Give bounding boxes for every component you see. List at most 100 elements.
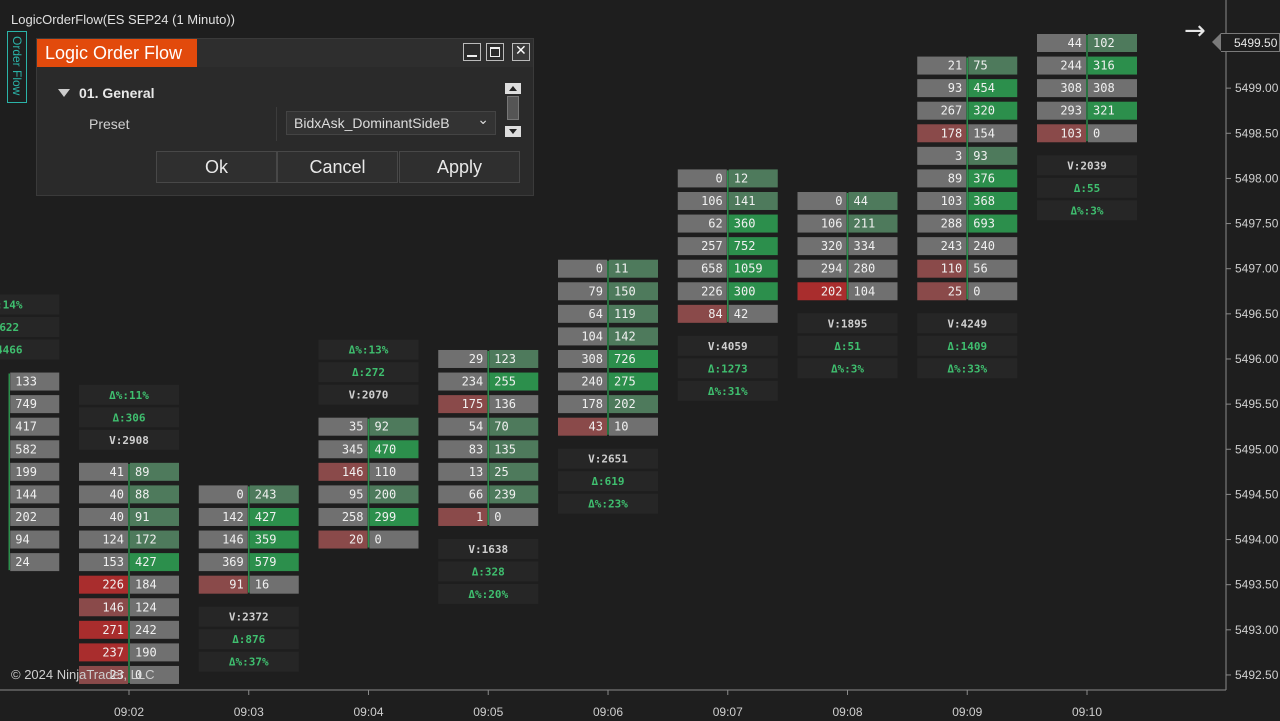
- ask-value: 123: [494, 352, 516, 366]
- maximize-icon[interactable]: [486, 43, 504, 61]
- ask-value: 211: [854, 217, 876, 231]
- bid-value: 293: [1060, 104, 1082, 118]
- price-tick-label: 5494.00: [1235, 533, 1279, 547]
- bid-value: 369: [222, 555, 244, 569]
- scroll-down-icon[interactable]: [505, 126, 521, 137]
- current-price-label: 5499.50: [1234, 36, 1278, 50]
- ask-value: 42: [734, 307, 748, 321]
- bid-value: 237: [102, 645, 124, 659]
- ask-value: 16: [255, 578, 269, 592]
- stat-text: V:4059: [708, 340, 748, 353]
- stat-text: V:2908: [109, 434, 149, 447]
- dialog-titlebar[interactable]: [197, 39, 533, 67]
- apply-button[interactable]: Apply: [399, 151, 520, 183]
- ask-value: 752: [734, 239, 756, 253]
- time-tick-label: 09:05: [473, 705, 503, 719]
- bid-value: 0: [835, 194, 842, 208]
- order-flow-side-tab[interactable]: Order Flow: [7, 31, 27, 103]
- bid-value: 146: [102, 600, 124, 614]
- time-tick-label: 09:03: [234, 705, 264, 719]
- property-scrollbar[interactable]: [505, 83, 521, 137]
- ask-value: 92: [375, 420, 389, 434]
- bid-value: 175: [462, 397, 484, 411]
- bid-value: 234: [462, 375, 484, 389]
- price-tick-label: 5498.50: [1235, 126, 1279, 140]
- cancel-button[interactable]: Cancel: [277, 151, 398, 183]
- ask-value: 190: [135, 645, 157, 659]
- ask-value: 427: [255, 510, 277, 524]
- bid-value: 142: [222, 510, 244, 524]
- ask-value: 93: [973, 149, 987, 163]
- ask-value: 308: [1093, 81, 1115, 95]
- collapse-triangle-icon[interactable]: [58, 89, 70, 97]
- bid-value: 0: [596, 262, 603, 276]
- ask-value: 44: [854, 194, 868, 208]
- bid-value: 62: [708, 217, 722, 231]
- bid-value: 178: [581, 397, 603, 411]
- footprint-bar: 41 89 40 88 40 91 124 172 153 427 226 184 146 124 271 2…: [79, 384, 179, 684]
- ask-value: 368: [973, 194, 995, 208]
- stat-text: V:4249: [947, 317, 987, 330]
- minimize-icon[interactable]: [463, 43, 481, 61]
- stat-text: Δ:876: [232, 633, 265, 646]
- ask-value: 133: [15, 375, 37, 389]
- ask-value: 154: [973, 126, 995, 140]
- price-tick-label: 5496.00: [1235, 352, 1279, 366]
- ask-value: 320: [973, 104, 995, 118]
- bid-value: 106: [821, 217, 843, 231]
- ask-value: 25: [494, 465, 508, 479]
- logic-order-flow-dialog: Logic Order Flow 01. General Preset Bidx…: [36, 38, 534, 196]
- bid-value: 243: [941, 239, 963, 253]
- ask-value: 579: [255, 555, 277, 569]
- arrow-right-icon[interactable]: →: [1184, 18, 1206, 44]
- scroll-up-icon[interactable]: [505, 83, 521, 94]
- section-general[interactable]: 01. General: [58, 85, 155, 101]
- section-general-label: 01. General: [79, 85, 155, 101]
- bid-value: 103: [941, 194, 963, 208]
- time-tick-label: 09:08: [832, 705, 862, 719]
- stat-text: Δ%:37%: [229, 656, 269, 669]
- ask-value: 184: [135, 578, 157, 592]
- close-icon[interactable]: [512, 43, 530, 61]
- bid-value: 21: [948, 59, 962, 73]
- copyright-text: © 2024 NinjaTrader, LLC: [11, 667, 155, 682]
- preset-select[interactable]: BidxAsk_DominantSideB ⌄: [286, 111, 496, 135]
- ask-value: 376: [973, 171, 995, 185]
- price-tick-label: 5496.50: [1235, 307, 1279, 321]
- ask-value: 243: [255, 487, 277, 501]
- stat-text: 4466: [0, 344, 23, 357]
- footprint-bar: 21 75 93 454 267 320 178 154 3 93 89 376 103 368 288 69…: [917, 56, 1018, 379]
- dialog-title: Logic Order Flow: [37, 39, 197, 67]
- bid-value: 91: [229, 578, 243, 592]
- stat-text: Δ%:20%: [468, 588, 508, 601]
- bid-value: 244: [1060, 59, 1082, 73]
- stat-text: Δ:1273: [708, 362, 748, 375]
- ok-button[interactable]: Ok: [156, 151, 277, 183]
- ask-value: 427: [135, 555, 157, 569]
- bid-value: 103: [1060, 126, 1082, 140]
- ask-value: 12: [734, 171, 748, 185]
- footprint-bar: 0 243 142 427 146 359 369 579 91 16 V:2372 Δ:876 Δ%:…: [198, 485, 299, 672]
- ask-value: 172: [135, 533, 157, 547]
- bid-value: 84: [708, 307, 722, 321]
- stat-text: Δ:272: [352, 366, 385, 379]
- chart-title: LogicOrderFlow(ES SEP24 (1 Minuto)): [11, 12, 235, 27]
- price-tick-label: 5493.00: [1235, 623, 1279, 637]
- ask-value: 141: [734, 194, 756, 208]
- bid-value: 226: [102, 578, 124, 592]
- stat-text: Δ%:3%: [1070, 204, 1103, 217]
- ask-value: 202: [614, 397, 636, 411]
- bid-value: 267: [941, 104, 963, 118]
- bid-value: 1: [476, 510, 483, 524]
- ask-value: 70: [494, 420, 508, 434]
- stat-text: :14%: [0, 299, 23, 312]
- ask-value: 110: [375, 465, 397, 479]
- chevron-down-icon[interactable]: ⌄: [477, 112, 489, 128]
- stat-text: Δ%:13%: [349, 344, 389, 357]
- scroll-thumb[interactable]: [507, 96, 519, 120]
- bid-value: 240: [581, 375, 603, 389]
- bid-value: 124: [102, 533, 124, 547]
- bid-value: 658: [701, 262, 723, 276]
- bid-value: 66: [469, 487, 483, 501]
- ask-value: 124: [135, 600, 157, 614]
